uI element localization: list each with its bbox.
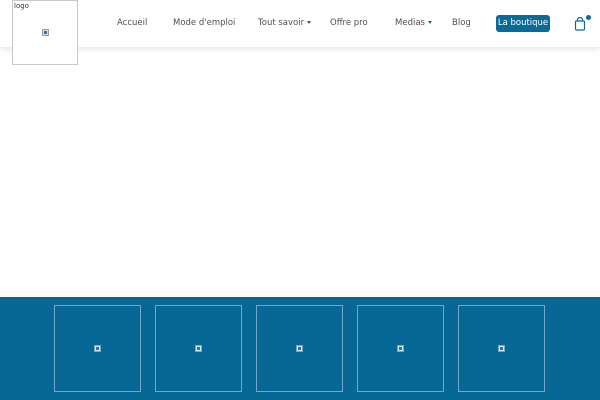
nav-tout-savoir-label: Tout savoir: [258, 18, 305, 28]
broken-image-icon: [397, 345, 404, 352]
nav-offre-pro-label: Offre pro: [330, 18, 368, 28]
shopping-bag-icon[interactable]: [574, 16, 586, 31]
broken-image-icon: [94, 345, 101, 352]
nav-offre-pro[interactable]: Offre pro: [330, 18, 368, 28]
nav-blog[interactable]: Blog: [452, 18, 471, 28]
footer-tile[interactable]: [357, 305, 444, 392]
logo-link[interactable]: logo: [12, 0, 78, 65]
broken-image-icon: [42, 29, 49, 36]
caret-down-icon: [427, 21, 432, 24]
nav-accueil-label: Accueil: [117, 18, 148, 28]
footer-tile[interactable]: [458, 305, 545, 392]
nav-mode-emploi[interactable]: Mode d'emploi: [173, 18, 235, 28]
footer-tile[interactable]: [155, 305, 242, 392]
nav-accueil[interactable]: Accueil: [117, 18, 147, 28]
shop-button[interactable]: La boutique: [496, 15, 550, 32]
cart-count-badge: [586, 15, 591, 20]
nav-medias-label: Medias: [395, 18, 425, 28]
site-header: logo Accueil Mode d'emploi Tout savoir O…: [0, 0, 600, 65]
nav-mode-emploi-label: Mode d'emploi: [173, 18, 236, 28]
caret-down-icon: [307, 21, 312, 24]
broken-image-icon: [195, 345, 202, 352]
footer-tile[interactable]: [256, 305, 343, 392]
nav-tout-savoir[interactable]: Tout savoir: [258, 18, 312, 28]
footer-tile[interactable]: [54, 305, 141, 392]
nav-blog-label: Blog: [452, 18, 471, 28]
broken-image-icon: [296, 345, 303, 352]
logo-alt-text: logo: [14, 2, 29, 10]
nav-medias[interactable]: Medias: [395, 18, 432, 28]
broken-image-icon: [498, 345, 505, 352]
